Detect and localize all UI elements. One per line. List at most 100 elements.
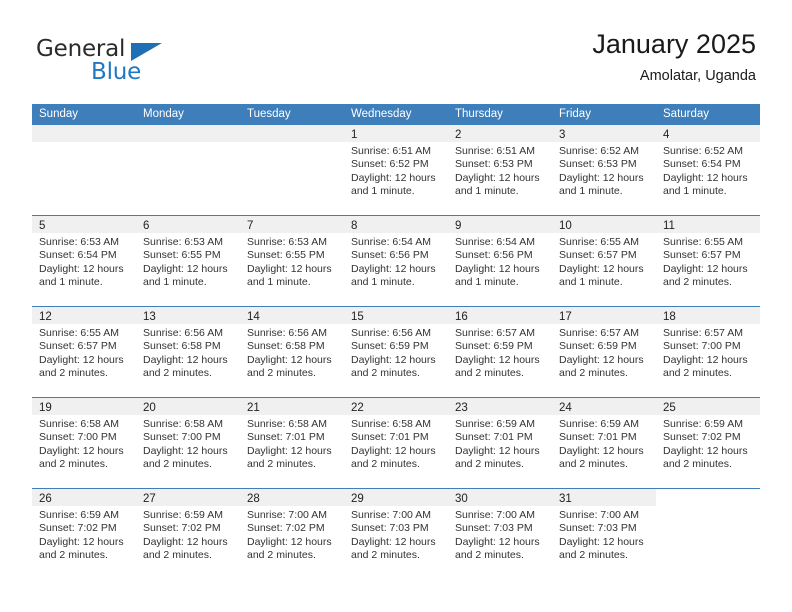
day-cell-7[interactable]: 7 Sunrise: 6:53 AM Sunset: 6:55 PM Daylight… [240, 216, 344, 306]
day-number-band: 27 [136, 489, 240, 506]
sun-info: Sunrise: 6:51 AM Sunset: 6:52 PM Daylight:… [344, 142, 448, 199]
weekday-header-wednesday: Wednesday [351, 108, 412, 120]
day-number-band: 4 [656, 125, 760, 142]
sunset-text: Sunset: 6:58 PM [247, 340, 325, 353]
day-number: 20 [143, 402, 156, 414]
day-number: 12 [39, 311, 52, 323]
sunset-text: Sunset: 6:55 PM [143, 249, 221, 262]
sunset-text: Sunset: 6:56 PM [351, 249, 429, 262]
daylight-text-line2: and 2 minutes. [663, 458, 732, 471]
day-cell-15[interactable]: 15 Sunrise: 6:56 AM Sunset: 6:59 PM Dayligh… [344, 307, 448, 397]
day-cell-20[interactable]: 20 Sunrise: 6:58 AM Sunset: 7:00 PM Dayligh… [136, 398, 240, 488]
day-number-band [240, 125, 344, 142]
day-cell-11[interactable]: 11 Sunrise: 6:55 AM Sunset: 6:57 PM Dayligh… [656, 216, 760, 306]
daylight-text-line2: and 2 minutes. [559, 458, 628, 471]
day-number-band: 7 [240, 216, 344, 233]
calendar-week-row: 12 Sunrise: 6:55 AM Sunset: 6:57 PM Dayligh… [32, 306, 760, 397]
page-subtitle: Amolatar, Uganda [639, 68, 756, 84]
sun-info: Sunrise: 6:59 AM Sunset: 7:01 PM Daylight:… [552, 415, 656, 472]
day-cell-6[interactable]: 6 Sunrise: 6:53 AM Sunset: 6:55 PM Daylight… [136, 216, 240, 306]
day-cell-25[interactable]: 25 Sunrise: 6:59 AM Sunset: 7:02 PM Dayligh… [656, 398, 760, 488]
daylight-text-line1: Daylight: 12 hours [663, 171, 748, 184]
sunset-text: Sunset: 6:59 PM [351, 340, 429, 353]
day-cell-24[interactable]: 24 Sunrise: 6:59 AM Sunset: 7:01 PM Dayligh… [552, 398, 656, 488]
daylight-text-line2: and 2 minutes. [247, 367, 316, 380]
day-cell-8[interactable]: 8 Sunrise: 6:54 AM Sunset: 6:56 PM Daylight… [344, 216, 448, 306]
sunrise-text: Sunrise: 6:53 AM [143, 236, 223, 248]
day-number: 18 [663, 311, 676, 323]
day-cell-23[interactable]: 23 Sunrise: 6:59 AM Sunset: 7:01 PM Dayligh… [448, 398, 552, 488]
daylight-text-line2: and 1 minute. [351, 185, 415, 198]
day-cell-29[interactable]: 29 Sunrise: 7:00 AM Sunset: 7:03 PM Dayligh… [344, 489, 448, 579]
day-cell-27[interactable]: 27 Sunrise: 6:59 AM Sunset: 7:02 PM Dayligh… [136, 489, 240, 579]
sun-info: Sunrise: 6:59 AM Sunset: 7:02 PM Daylight:… [32, 506, 136, 563]
day-cell-12[interactable]: 12 Sunrise: 6:55 AM Sunset: 6:57 PM Dayligh… [32, 307, 136, 397]
day-number-band: 29 [344, 489, 448, 506]
daylight-text-line1: Daylight: 12 hours [247, 444, 332, 457]
day-cell-2[interactable]: 2 Sunrise: 6:51 AM Sunset: 6:53 PM Daylight… [448, 125, 552, 215]
day-number-band: 17 [552, 307, 656, 324]
day-number-band: 31 [552, 489, 656, 506]
sunset-text: Sunset: 7:01 PM [351, 431, 429, 444]
day-cell-4[interactable]: 4 Sunrise: 6:52 AM Sunset: 6:54 PM Daylight… [656, 125, 760, 215]
daylight-text-line1: Daylight: 12 hours [663, 262, 748, 275]
daylight-text-line1: Daylight: 12 hours [455, 262, 540, 275]
day-cell-22[interactable]: 22 Sunrise: 6:58 AM Sunset: 7:01 PM Dayligh… [344, 398, 448, 488]
sunset-text: Sunset: 7:01 PM [559, 431, 637, 444]
general-blue-logo[interactable]: General Blue [36, 36, 256, 92]
day-number-band: 3 [552, 125, 656, 142]
day-cell-5[interactable]: 5 Sunrise: 6:53 AM Sunset: 6:54 PM Daylight… [32, 216, 136, 306]
daylight-text-line2: and 2 minutes. [663, 367, 732, 380]
daylight-text-line1: Daylight: 12 hours [663, 353, 748, 366]
day-cell-21[interactable]: 21 Sunrise: 6:58 AM Sunset: 7:01 PM Dayligh… [240, 398, 344, 488]
daylight-text-line2: and 1 minute. [455, 276, 519, 289]
daylight-text-line1: Daylight: 12 hours [663, 444, 748, 457]
day-number-band: 6 [136, 216, 240, 233]
sunrise-text: Sunrise: 6:54 AM [455, 236, 535, 248]
daylight-text-line2: and 1 minute. [559, 276, 623, 289]
day-cell-19[interactable]: 19 Sunrise: 6:58 AM Sunset: 7:00 PM Dayligh… [32, 398, 136, 488]
daylight-text-line2: and 2 minutes. [351, 458, 420, 471]
day-cell-31[interactable]: 31 Sunrise: 7:00 AM Sunset: 7:03 PM Dayligh… [552, 489, 656, 579]
day-cell-18[interactable]: 18 Sunrise: 6:57 AM Sunset: 7:00 PM Dayligh… [656, 307, 760, 397]
daylight-text-line1: Daylight: 12 hours [455, 171, 540, 184]
day-number-band: 12 [32, 307, 136, 324]
sunset-text: Sunset: 7:03 PM [351, 522, 429, 535]
day-number: 17 [559, 311, 572, 323]
weekday-header-row: Sunday Monday Tuesday Wednesday Thursday Frid… [32, 104, 760, 125]
day-cell-30[interactable]: 30 Sunrise: 7:00 AM Sunset: 7:03 PM Dayligh… [448, 489, 552, 579]
daylight-text-line2: and 2 minutes. [455, 549, 524, 562]
day-cell-13[interactable]: 13 Sunrise: 6:56 AM Sunset: 6:58 PM Dayligh… [136, 307, 240, 397]
day-cell-17[interactable]: 17 Sunrise: 6:57 AM Sunset: 6:59 PM Dayligh… [552, 307, 656, 397]
day-cell-10[interactable]: 10 Sunrise: 6:55 AM Sunset: 6:57 PM Dayligh… [552, 216, 656, 306]
daylight-text-line1: Daylight: 12 hours [39, 353, 124, 366]
day-cell-1[interactable]: 1 Sunrise: 6:51 AM Sunset: 6:52 PM Daylight… [344, 125, 448, 215]
day-number-band: 26 [32, 489, 136, 506]
day-number-band: 24 [552, 398, 656, 415]
sunrise-text: Sunrise: 6:56 AM [247, 327, 327, 339]
day-cell-28[interactable]: 28 Sunrise: 7:00 AM Sunset: 7:02 PM Dayligh… [240, 489, 344, 579]
day-number-band: 10 [552, 216, 656, 233]
day-cell-3[interactable]: 3 Sunrise: 6:52 AM Sunset: 6:53 PM Daylight… [552, 125, 656, 215]
day-cell-16[interactable]: 16 Sunrise: 6:57 AM Sunset: 6:59 PM Dayligh… [448, 307, 552, 397]
daylight-text-line1: Daylight: 12 hours [351, 262, 436, 275]
sunrise-text: Sunrise: 6:59 AM [143, 509, 223, 521]
sunset-text: Sunset: 6:57 PM [39, 340, 117, 353]
sunrise-text: Sunrise: 6:53 AM [39, 236, 119, 248]
day-cell-26[interactable]: 26 Sunrise: 6:59 AM Sunset: 7:02 PM Dayligh… [32, 489, 136, 579]
day-number: 22 [351, 402, 364, 414]
sun-info: Sunrise: 6:57 AM Sunset: 6:59 PM Daylight:… [448, 324, 552, 381]
weekday-header-thursday: Thursday [455, 108, 503, 120]
sunrise-text: Sunrise: 6:56 AM [143, 327, 223, 339]
sunrise-text: Sunrise: 6:58 AM [351, 418, 431, 430]
day-cell-14[interactable]: 14 Sunrise: 6:56 AM Sunset: 6:58 PM Dayligh… [240, 307, 344, 397]
day-cell-9[interactable]: 9 Sunrise: 6:54 AM Sunset: 6:56 PM Daylight… [448, 216, 552, 306]
sun-info: Sunrise: 6:59 AM Sunset: 7:01 PM Daylight:… [448, 415, 552, 472]
day-number-band: 9 [448, 216, 552, 233]
sunrise-text: Sunrise: 6:57 AM [663, 327, 743, 339]
sun-info: Sunrise: 6:58 AM Sunset: 7:00 PM Daylight:… [32, 415, 136, 472]
daylight-text-line1: Daylight: 12 hours [559, 353, 644, 366]
daylight-text-line1: Daylight: 12 hours [39, 444, 124, 457]
daylight-text-line1: Daylight: 12 hours [559, 444, 644, 457]
day-number-band: 22 [344, 398, 448, 415]
